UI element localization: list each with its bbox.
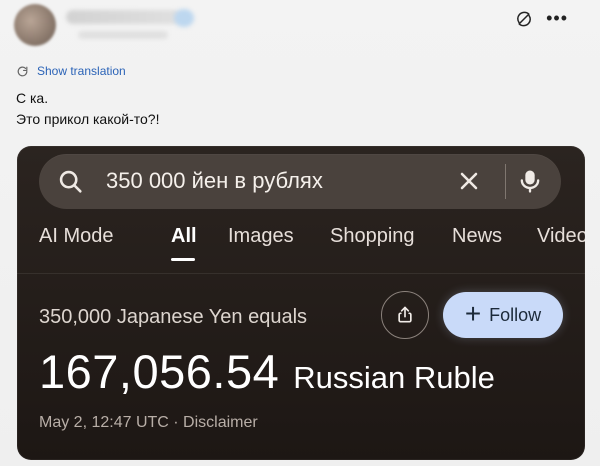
search-divider <box>505 164 506 199</box>
close-icon[interactable] <box>455 167 483 195</box>
active-tab-indicator <box>171 258 195 261</box>
converted-amount: 167,056.54 <box>39 345 280 398</box>
share-button[interactable] <box>381 291 429 339</box>
tab-ai-mode[interactable]: AI Mode <box>39 224 113 248</box>
result-tabs: AI Mode All Images Shopping News Videos <box>39 224 585 268</box>
grok-icon[interactable] <box>515 10 533 28</box>
tab-all[interactable]: All <box>171 224 197 248</box>
conversion-result: 167,056.54 Russian Ruble <box>39 345 495 399</box>
post-text-line-2: Это прикол какой-то?! <box>16 111 160 127</box>
follow-button[interactable]: + Follow <box>443 292 563 338</box>
embedded-screenshot: 350 000 йен в рублях AI Mode All Images … <box>17 146 585 460</box>
post-text: С ка. Это прикол какой-то?! <box>16 88 576 130</box>
blurred-avatar <box>14 4 56 46</box>
tabs-divider <box>17 273 585 274</box>
target-currency: Russian Ruble <box>293 360 495 395</box>
microphone-icon[interactable] <box>516 166 544 196</box>
tab-images[interactable]: Images <box>228 224 294 248</box>
blurred-verified-badge <box>174 9 194 27</box>
post-text-line-1: С ка. <box>16 90 49 106</box>
plus-icon: + <box>464 298 482 329</box>
follow-button-label: Follow <box>489 305 542 325</box>
post-top-actions: ••• <box>515 9 568 28</box>
conversion-meta: May 2, 12:47 UTC · Disclaimer <box>39 414 258 431</box>
blurred-display-name <box>66 10 181 24</box>
search-query[interactable]: 350 000 йен в рублях <box>106 167 323 195</box>
conversion-label: 350,000 Japanese Yen equals <box>39 306 308 328</box>
tab-videos[interactable]: Videos <box>537 224 585 248</box>
search-icon <box>57 168 85 196</box>
tab-shopping[interactable]: Shopping <box>330 224 415 248</box>
show-translation-link[interactable]: Show translation <box>37 63 126 79</box>
tab-news[interactable]: News <box>452 224 502 248</box>
search-bar[interactable]: 350 000 йен в рублях <box>39 154 561 209</box>
share-icon <box>398 306 412 323</box>
show-translation-row[interactable]: Show translation <box>16 63 126 79</box>
refresh-icon <box>16 65 29 78</box>
blurred-handle <box>78 31 168 39</box>
post-header: ••• <box>14 4 586 52</box>
more-icon[interactable]: ••• <box>546 9 568 27</box>
